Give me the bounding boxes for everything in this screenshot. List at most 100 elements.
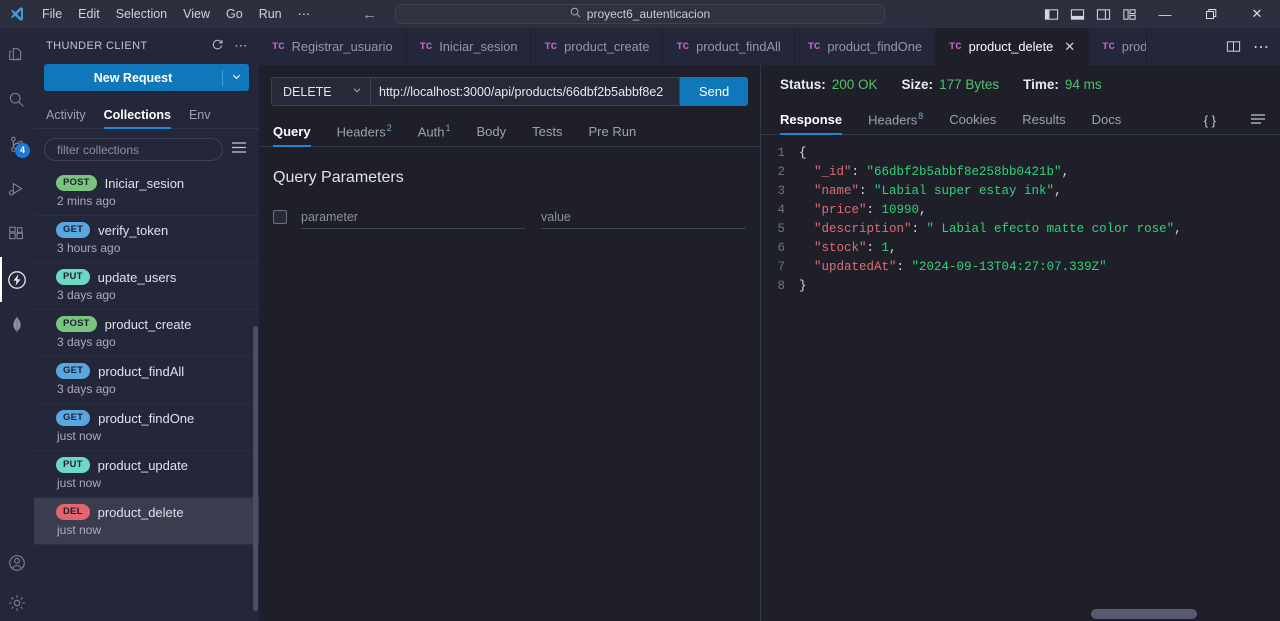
refresh-icon[interactable]	[205, 38, 229, 54]
menu-more[interactable]: ⋯	[290, 3, 319, 25]
editor-tab-product-findone[interactable]: TC product_findOne	[795, 28, 936, 65]
customize-layout-icon[interactable]	[1116, 0, 1142, 28]
size-label: Size:	[901, 77, 934, 92]
response-horizontal-scrollbar[interactable]	[1091, 609, 1197, 619]
list-item[interactable]: GET product_findOne just now	[34, 404, 259, 451]
method-badge: POST	[56, 316, 97, 332]
editor-tab-product-findall[interactable]: TC product_findAll	[663, 28, 795, 65]
extensions-icon[interactable]	[0, 212, 34, 257]
response-json-viewer[interactable]: 1{ 2 "_id": "66dbf2b5abbf8e258bb0421b", …	[761, 135, 1280, 621]
json-line: 5 "description": " Labial efecto matte c…	[761, 219, 1280, 238]
menu-go[interactable]: Go	[218, 3, 251, 25]
hamburger-menu-icon[interactable]	[229, 141, 249, 158]
method-badge: PUT	[56, 269, 90, 285]
thunder-client-sidebar: THUNDER CLIENT ⋯ New Request Activity Co…	[34, 28, 259, 621]
quick-search-bar[interactable]: proyect6_autenticacion	[395, 4, 885, 24]
tab-auth[interactable]: Auth1	[418, 123, 451, 146]
line-number: 8	[777, 278, 785, 293]
tab-pre-run[interactable]: Pre Run	[588, 124, 636, 146]
method-badge: GET	[56, 410, 91, 426]
sidebar-scrollbar[interactable]	[253, 326, 258, 611]
wrap-lines-icon[interactable]	[1242, 113, 1266, 134]
toggle-secondary-sidebar-icon[interactable]	[1090, 0, 1116, 28]
query-param-value-input[interactable]: value	[541, 205, 746, 229]
close-button[interactable]: ✕	[1234, 0, 1280, 28]
source-control-icon[interactable]: 4	[0, 122, 34, 167]
menu-view[interactable]: View	[175, 3, 218, 25]
http-method-select[interactable]: DELETE	[271, 77, 371, 106]
filter-collections-input[interactable]: filter collections	[44, 138, 223, 161]
list-item[interactable]: PUT update_users 3 days ago	[34, 263, 259, 310]
run-debug-icon[interactable]	[0, 167, 34, 212]
format-json-icon[interactable]: { }	[1204, 113, 1216, 134]
toggle-panel-icon[interactable]	[1064, 0, 1090, 28]
tab-response-headers[interactable]: Headers8	[868, 111, 923, 134]
request-name: product_create	[104, 316, 192, 332]
json-token: :	[896, 259, 912, 274]
search-icon[interactable]	[0, 77, 34, 122]
collections-list[interactable]: POST Iniciar_sesion 2 mins ago GET verif…	[34, 169, 259, 621]
list-item[interactable]: GET product_findAll 3 days ago	[34, 357, 259, 404]
chevron-down-icon[interactable]	[223, 71, 249, 85]
toggle-primary-sidebar-icon[interactable]	[1038, 0, 1064, 28]
search-icon	[570, 7, 581, 21]
send-button[interactable]: Send	[680, 77, 748, 106]
thunder-client-icon[interactable]	[0, 257, 34, 302]
request-name: verify_token	[98, 222, 169, 238]
editor-tab-product-delete[interactable]: TC product_delete ✕	[935, 28, 1090, 65]
size-value: 177 Bytes	[939, 77, 1000, 92]
menu-file[interactable]: File	[34, 3, 70, 25]
sidebar-tab-env[interactable]: Env	[189, 108, 211, 128]
tab-query[interactable]: Query	[273, 124, 311, 147]
query-param-checkbox[interactable]	[273, 210, 287, 224]
mongodb-leaf-icon[interactable]	[0, 302, 34, 347]
json-token: ,	[1054, 183, 1062, 198]
tab-response[interactable]: Response	[780, 112, 843, 135]
editor-tab-label: product_findOne	[827, 39, 922, 54]
tab-headers[interactable]: Headers2	[337, 123, 392, 146]
list-item[interactable]: POST product_create 3 days ago	[34, 310, 259, 357]
line-number: 2	[777, 164, 785, 179]
new-request-button[interactable]: New Request	[44, 64, 249, 91]
query-parameters-title: Query Parameters	[273, 169, 404, 186]
minimize-button[interactable]: —	[1142, 0, 1188, 28]
arrow-left-icon[interactable]: ←	[362, 7, 377, 22]
json-line: 4 "price": 10990,	[761, 200, 1280, 219]
list-item-selected[interactable]: DEL product_delete just now	[34, 498, 259, 545]
menu-edit[interactable]: Edit	[70, 3, 108, 25]
list-item[interactable]: PUT product_update just now	[34, 451, 259, 498]
menu-run[interactable]: Run	[251, 3, 290, 25]
menu-bar[interactable]: File Edit Selection View Go Run ⋯	[34, 3, 318, 25]
editor-tab-product-create[interactable]: TC product_create	[531, 28, 664, 65]
editor-tab-registrar-usuario[interactable]: TC Registrar_usuario	[259, 28, 407, 65]
tab-cookies[interactable]: Cookies	[949, 112, 996, 134]
request-time: 3 days ago	[57, 382, 116, 396]
tab-docs[interactable]: Docs	[1092, 112, 1122, 134]
url-input[interactable]: http://localhost:3000/api/products/66dbf…	[371, 77, 680, 106]
filter-row: filter collections	[34, 129, 259, 169]
list-item[interactable]: GET verify_token 3 hours ago	[34, 216, 259, 263]
query-param-name-input[interactable]: parameter	[301, 205, 525, 229]
tab-tests[interactable]: Tests	[532, 124, 562, 146]
settings-gear-icon[interactable]	[0, 585, 34, 621]
menu-selection[interactable]: Selection	[108, 3, 175, 25]
account-icon[interactable]	[0, 540, 34, 585]
sidebar-tab-activity[interactable]: Activity	[46, 108, 86, 128]
more-actions-icon[interactable]: ⋯	[1248, 28, 1274, 65]
tab-body[interactable]: Body	[477, 124, 507, 146]
split-editor-icon[interactable]	[1220, 28, 1246, 65]
json-line: 6 "stock": 1,	[761, 238, 1280, 257]
tab-results[interactable]: Results	[1022, 112, 1065, 134]
json-token: ,	[1061, 164, 1070, 179]
editor-tab-label: product_create	[564, 39, 650, 54]
restore-button[interactable]	[1188, 0, 1234, 28]
json-token: ,	[889, 240, 897, 255]
editor-tab-prod-partial[interactable]: TC prod	[1089, 28, 1148, 65]
editor-tab-label: prod	[1121, 39, 1148, 54]
explorer-icon[interactable]	[0, 32, 34, 77]
sidebar-tab-collections[interactable]: Collections	[103, 108, 172, 129]
editor-tab-iniciar-sesion[interactable]: TC Iniciar_sesion	[407, 28, 532, 65]
list-item[interactable]: POST Iniciar_sesion 2 mins ago	[34, 169, 259, 216]
more-actions-icon[interactable]: ⋯	[229, 38, 253, 54]
close-icon[interactable]: ✕	[1064, 39, 1075, 55]
